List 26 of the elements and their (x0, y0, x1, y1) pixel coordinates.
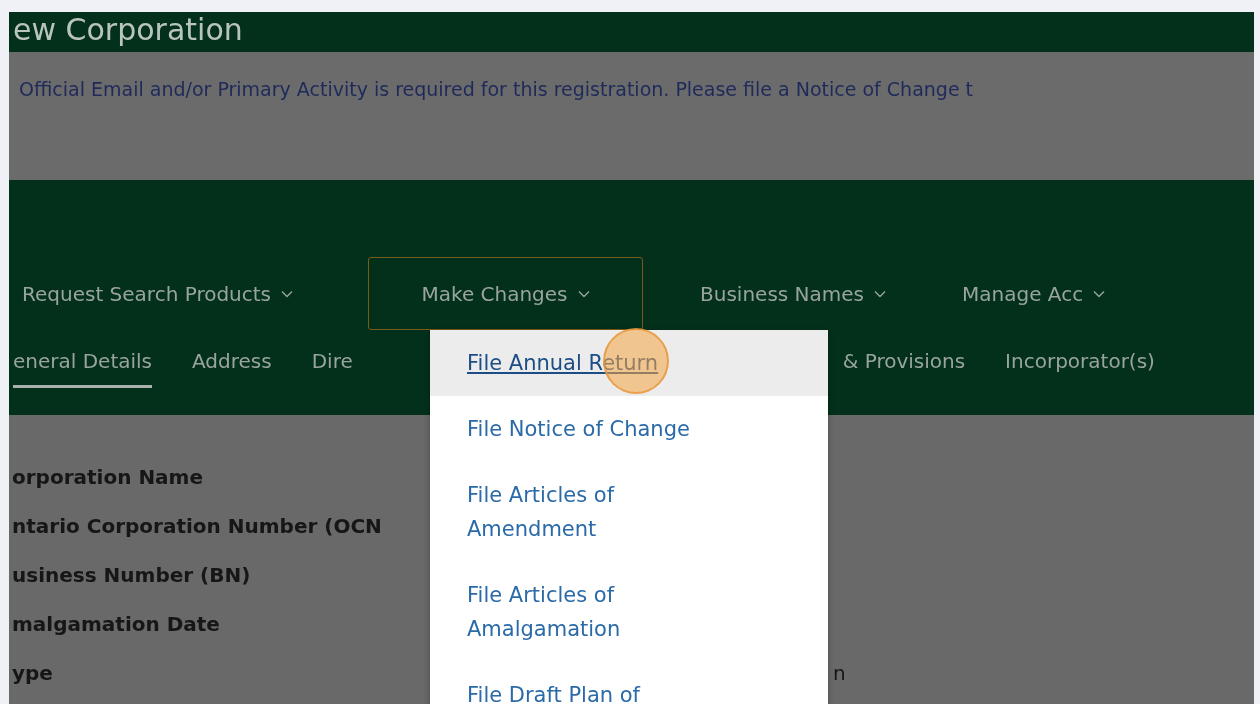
nav-menu-button[interactable]: Request Search Products (21, 257, 313, 330)
field-label: malgamation Date (11, 611, 220, 636)
menu-item[interactable]: File Notice of Change (430, 396, 828, 462)
menu-item[interactable]: File Articles of Amalgamation (430, 562, 828, 662)
chevron-down-icon (1093, 289, 1106, 298)
field-value: n (833, 660, 846, 685)
field-label: ype (11, 660, 53, 685)
menu-item[interactable]: File Articles of Amendment (430, 462, 828, 562)
page-title: ew Corporation (12, 12, 243, 48)
section-tab[interactable]: & Provisions (842, 344, 966, 388)
notice-text: Official Email and/or Primary Activity is required for this registration. Please file a Notice of Change t (19, 78, 974, 100)
menu-item[interactable]: File Annual Return (430, 330, 828, 396)
nav-menu-button[interactable]: Make Changes (368, 257, 644, 330)
section-tab[interactable]: Incorporator(s) (1005, 344, 1155, 388)
nav-menu-button[interactable]: Manage Acc (961, 257, 1125, 330)
chevron-down-icon (281, 289, 294, 298)
section-tab[interactable]: eneral Details (13, 344, 152, 388)
section-tab[interactable]: Address (192, 344, 272, 388)
field-label: usiness Number (BN) (11, 562, 251, 587)
chevron-down-icon (874, 289, 886, 298)
section-tab[interactable]: Dire (311, 344, 353, 388)
menu-item[interactable]: File Draft Plan of (430, 662, 828, 704)
field-label: ntario Corporation Number (OCN (11, 513, 382, 538)
chevron-down-icon (577, 289, 590, 298)
field-label: orporation Name (11, 464, 203, 489)
nav-menu-button[interactable]: Business Names (699, 257, 905, 330)
